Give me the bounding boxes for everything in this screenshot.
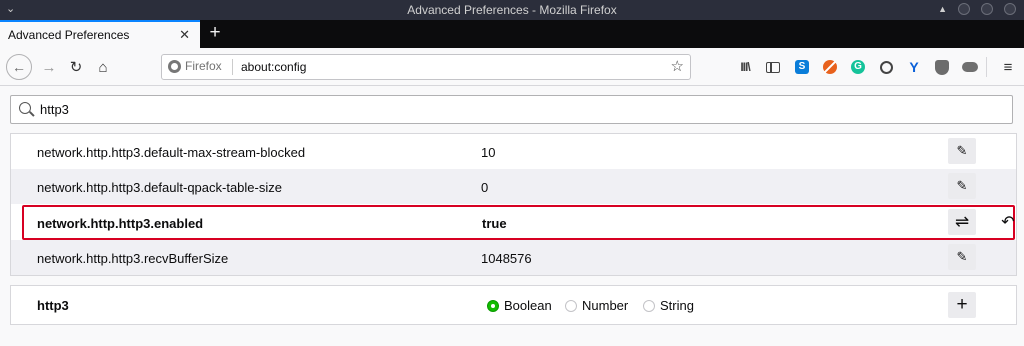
tab-advanced-preferences[interactable]: Advanced Preferences ✕ [0,20,200,48]
radio-label: Number [582,298,629,313]
preference-search-input[interactable]: http3 [10,95,1013,124]
table-row[interactable]: network.http.http3.default-max-stream-bl… [11,134,1016,169]
window-title: Advanced Preferences - Mozilla Firefox [407,3,617,17]
url-text[interactable]: about:config [241,60,306,74]
home-button[interactable]: ⌂ [91,55,115,79]
edit-pencil-icon[interactable]: ✎ [948,138,976,164]
vpn-extension-icon[interactable]: Y [904,57,924,77]
pref-value: 0 [481,180,489,195]
pref-name: network.http.http3.enabled [37,216,204,231]
table-row[interactable]: network.http.http3.recvBufferSize 104857… [11,240,1016,275]
radio-unchecked-icon [643,299,655,312]
url-bar-divider [232,59,233,75]
sidebar-toggle-icon[interactable] [763,57,783,77]
radio-label: Boolean [504,298,552,313]
firefox-logo-icon [168,59,181,73]
pref-value: 10 [481,145,496,160]
edit-pencil-icon[interactable]: ✎ [948,244,976,270]
tab-strip: Advanced Preferences ✕ + [0,20,1024,48]
window-titlebar: ⌄ Advanced Preferences - Mozilla Firefox… [0,0,1024,20]
pref-name: network.http.http3.default-qpack-table-s… [37,180,282,195]
cloud-extension-icon[interactable] [960,57,980,77]
pref-value: true [482,216,507,231]
table-row[interactable]: network.http.http3.default-qpack-table-s… [11,169,1016,204]
hamburger-menu-icon[interactable]: ≡ [998,57,1018,77]
new-tab-button[interactable]: + [204,22,226,44]
url-bar[interactable]: Firefox about:config ☆ [161,54,691,80]
pref-name: network.http.http3.recvBufferSize [37,251,229,266]
type-radio-boolean[interactable]: Boolean [487,298,552,313]
radio-label: String [660,298,694,313]
blocker-extension-icon[interactable] [820,57,840,77]
new-pref-name: http3 [37,298,69,313]
skype-extension-icon[interactable]: S [792,57,812,77]
pref-name: network.http.http3.default-max-stream-bl… [37,145,306,160]
reset-undo-icon[interactable]: ↶ [994,209,1022,235]
radio-unchecked-icon [565,299,577,312]
identity-box[interactable]: Firefox [168,59,222,73]
search-icon [19,102,31,114]
preferences-table: network.http.http3.default-max-stream-bl… [10,133,1017,276]
edit-pencil-icon[interactable]: ✎ [948,173,976,199]
search-value: http3 [40,102,69,117]
radio-checked-icon [487,299,499,312]
pref-value: 1048576 [481,251,532,266]
forward-button[interactable]: → [37,55,61,79]
window-controls: ▲ [938,3,1016,15]
eject-icon[interactable]: ▲ [938,4,947,14]
tab-label: Advanced Preferences [8,28,130,42]
toolbar-divider [986,57,987,77]
toggle-arrows-icon[interactable]: ⇌ [948,209,976,235]
minimize-window-button[interactable] [958,3,970,15]
identity-label: Firefox [185,59,222,73]
bookmark-star-icon[interactable]: ☆ [671,57,684,75]
type-radio-number[interactable]: Number [565,298,628,313]
close-window-button[interactable] [1004,3,1016,15]
type-radio-string[interactable]: String [643,298,694,313]
library-icon[interactable]: III\ [735,57,755,77]
navigation-toolbar: ← → ↻ ⌂ Firefox about:config ☆ III\ S G … [0,48,1024,86]
tab-close-icon[interactable]: ✕ [179,27,190,43]
reload-button[interactable]: ↻ [64,55,88,79]
grammarly-extension-icon[interactable]: G [848,57,868,77]
ghostery-extension-icon[interactable] [876,57,896,77]
ublock-shield-icon[interactable] [932,57,952,77]
table-row-modified[interactable]: network.http.http3.enabled true ⇌ ↶ [22,205,1015,240]
back-button[interactable]: ← [6,54,32,80]
add-preference-row: http3 Boolean Number String + [10,285,1017,325]
add-pref-plus-icon[interactable]: + [948,292,976,318]
maximize-window-button[interactable] [981,3,993,15]
about-config-page: http3 network.http.http3.default-max-str… [0,87,1024,346]
